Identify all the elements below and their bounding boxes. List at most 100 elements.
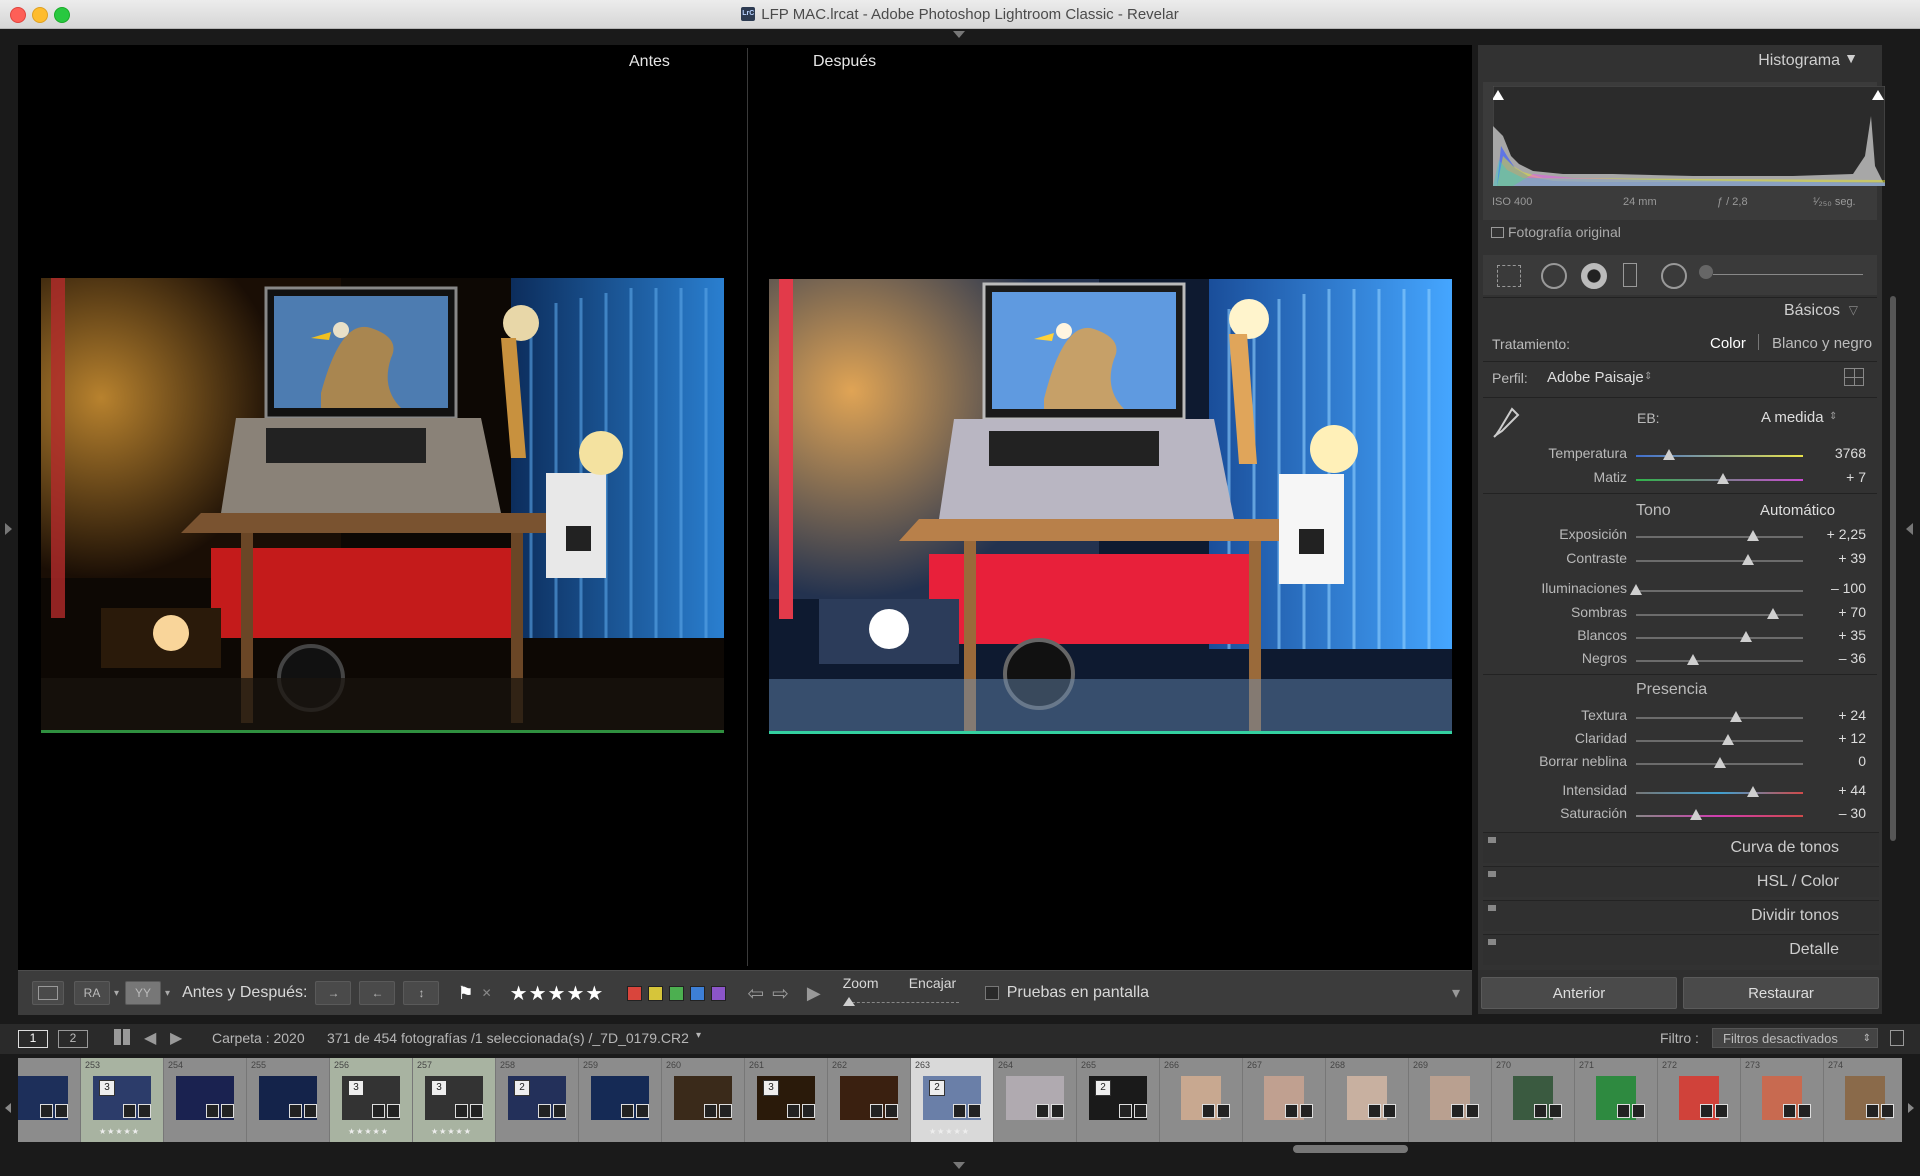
develop-badge-icon[interactable] bbox=[1798, 1104, 1811, 1118]
slider-thumb[interactable] bbox=[1686, 654, 1699, 665]
filmstrip-thumbnail[interactable]: 259 bbox=[579, 1058, 662, 1142]
bottom-panel-toggle-icon[interactable] bbox=[953, 1162, 965, 1169]
slider-value[interactable]: – 30 bbox=[1806, 805, 1866, 821]
dropdown-arrow-icon[interactable]: ▾ bbox=[114, 988, 119, 999]
develop-badge-icon[interactable] bbox=[304, 1104, 317, 1118]
star-rating[interactable]: ★★★★★ bbox=[510, 981, 605, 1006]
panel-switch-icon[interactable] bbox=[1488, 871, 1496, 877]
slider-thumb[interactable] bbox=[1716, 473, 1729, 484]
zoom-slider-thumb[interactable] bbox=[842, 997, 855, 1006]
metadata-badge-icon[interactable] bbox=[455, 1104, 468, 1118]
red-eye-icon[interactable] bbox=[1581, 263, 1607, 289]
previous-button[interactable]: Anterior bbox=[1481, 977, 1677, 1009]
filter-lock-icon[interactable] bbox=[1890, 1030, 1904, 1046]
slider-track[interactable] bbox=[1636, 717, 1803, 719]
develop-badge-icon[interactable] bbox=[387, 1104, 400, 1118]
toolbar-options-chevron-icon[interactable]: ▾ bbox=[1452, 983, 1460, 1003]
tone-curve-panel-header[interactable]: Curva de tonos bbox=[1483, 832, 1879, 863]
dropdown-arrow-icon[interactable]: ▾ bbox=[696, 1030, 701, 1041]
profile-dropdown[interactable]: Adobe Paisaje bbox=[1547, 369, 1644, 386]
color-label-red[interactable] bbox=[627, 985, 643, 1001]
metadata-badge-icon[interactable] bbox=[1783, 1104, 1796, 1118]
metadata-badge-icon[interactable] bbox=[621, 1104, 634, 1118]
develop-badge-icon[interactable] bbox=[1051, 1104, 1064, 1118]
back-arrow-icon[interactable]: ◀ bbox=[144, 1028, 156, 1048]
filmstrip-thumbnail[interactable]: 256 3 ★★★★★ bbox=[330, 1058, 413, 1142]
next-photo-arrow-icon[interactable]: ⇨ bbox=[772, 981, 789, 1006]
stack-count-badge[interactable]: 3 bbox=[431, 1080, 447, 1096]
slider-value[interactable]: + 44 bbox=[1806, 782, 1866, 798]
left-panel-toggle-icon[interactable] bbox=[5, 523, 12, 535]
stack-count-badge[interactable]: 2 bbox=[1095, 1080, 1111, 1096]
slider-track[interactable] bbox=[1636, 590, 1803, 592]
white-balance-picker-icon[interactable] bbox=[1492, 407, 1520, 439]
ba-split-button[interactable]: YY bbox=[125, 981, 162, 1005]
crop-tool-icon[interactable] bbox=[1497, 265, 1521, 287]
slider-value[interactable]: 0 bbox=[1806, 753, 1866, 769]
metadata-badge-icon[interactable] bbox=[1534, 1104, 1547, 1118]
develop-badge-icon[interactable] bbox=[1632, 1104, 1645, 1118]
hsl-panel-header[interactable]: HSL / Color bbox=[1483, 866, 1879, 897]
filmstrip-thumbnail[interactable]: 270 bbox=[1492, 1058, 1575, 1142]
right-panel-toggle-icon[interactable] bbox=[1906, 523, 1913, 535]
dropdown-arrow-icon[interactable]: ▾ bbox=[165, 988, 170, 999]
slider-thumb[interactable] bbox=[1746, 530, 1759, 541]
slider-track[interactable] bbox=[1636, 560, 1803, 562]
metadata-badge-icon[interactable] bbox=[1285, 1104, 1298, 1118]
develop-badge-icon[interactable] bbox=[470, 1104, 483, 1118]
stack-count-badge[interactable]: 2 bbox=[514, 1080, 530, 1096]
metadata-badge-icon[interactable] bbox=[953, 1104, 966, 1118]
slider-thumb[interactable] bbox=[1741, 554, 1754, 565]
filmstrip-thumbnail[interactable]: 262 bbox=[828, 1058, 911, 1142]
slider-value[interactable]: + 35 bbox=[1806, 627, 1866, 643]
metadata-badge-icon[interactable] bbox=[1036, 1104, 1049, 1118]
develop-badge-icon[interactable] bbox=[802, 1104, 815, 1118]
stack-count-badge[interactable]: 3 bbox=[348, 1080, 364, 1096]
metadata-badge-icon[interactable] bbox=[289, 1104, 302, 1118]
slider-thumb[interactable] bbox=[1690, 809, 1703, 820]
metadata-badge-icon[interactable] bbox=[40, 1104, 53, 1118]
metadata-badge-icon[interactable] bbox=[1368, 1104, 1381, 1118]
histogram-graph[interactable] bbox=[1493, 86, 1885, 186]
metadata-badge-icon[interactable] bbox=[123, 1104, 136, 1118]
slider-track[interactable] bbox=[1636, 455, 1803, 457]
radial-filter-icon[interactable] bbox=[1661, 263, 1687, 289]
develop-badge-icon[interactable] bbox=[1217, 1104, 1230, 1118]
filmstrip-thumbnail[interactable]: 274 bbox=[1824, 1058, 1902, 1142]
basics-title[interactable]: Básicos bbox=[1784, 302, 1840, 320]
develop-badge-icon[interactable] bbox=[553, 1104, 566, 1118]
slider-thumb[interactable] bbox=[1721, 734, 1734, 745]
slider-thumb[interactable] bbox=[1766, 608, 1779, 619]
profile-browser-grid-icon[interactable] bbox=[1844, 368, 1864, 386]
photo-count-label[interactable]: 371 de 454 fotografías /1 seleccionada(s… bbox=[327, 1030, 689, 1046]
adjustment-brush-slider[interactable] bbox=[1713, 274, 1863, 275]
filmstrip-thumbnail[interactable]: 263 2 ★★★★★ bbox=[911, 1058, 994, 1142]
filmstrip-thumbnail[interactable]: 265 2 bbox=[1077, 1058, 1160, 1142]
color-label-blue[interactable] bbox=[690, 985, 706, 1001]
stack-count-badge[interactable]: 3 bbox=[99, 1080, 115, 1096]
wb-dropdown[interactable]: A medida bbox=[1761, 409, 1824, 426]
top-panel-toggle-icon[interactable] bbox=[953, 31, 965, 38]
copy-before-to-after-button[interactable]: → bbox=[315, 981, 352, 1005]
develop-badge-icon[interactable] bbox=[1881, 1104, 1894, 1118]
monitor-2-button[interactable]: 2 bbox=[58, 1030, 88, 1048]
metadata-badge-icon[interactable] bbox=[538, 1104, 551, 1118]
metadata-badge-icon[interactable] bbox=[1202, 1104, 1215, 1118]
original-photo-checkbox[interactable] bbox=[1491, 227, 1504, 238]
monitor-1-button[interactable]: 1 bbox=[18, 1030, 48, 1048]
filmstrip-thumbnail[interactable]: 269 bbox=[1409, 1058, 1492, 1142]
spot-removal-icon[interactable] bbox=[1541, 263, 1567, 289]
slider-track[interactable] bbox=[1636, 536, 1803, 538]
slider-thumb[interactable] bbox=[1663, 449, 1676, 460]
zoom-slider[interactable] bbox=[846, 1002, 959, 1004]
prev-photo-arrow-icon[interactable]: ⇦ bbox=[747, 981, 764, 1006]
split-toning-panel-header[interactable]: Dividir tonos bbox=[1483, 900, 1879, 931]
slider-value[interactable]: + 70 bbox=[1806, 604, 1866, 620]
filmstrip-thumbnail[interactable]: 266 bbox=[1160, 1058, 1243, 1142]
metadata-badge-icon[interactable] bbox=[787, 1104, 800, 1118]
color-label-yellow[interactable] bbox=[648, 985, 664, 1001]
loupe-view-button[interactable] bbox=[32, 981, 64, 1005]
filmstrip-scrollbar[interactable] bbox=[1293, 1145, 1408, 1153]
metadata-badge-icon[interactable] bbox=[206, 1104, 219, 1118]
slider-track[interactable] bbox=[1636, 637, 1803, 639]
